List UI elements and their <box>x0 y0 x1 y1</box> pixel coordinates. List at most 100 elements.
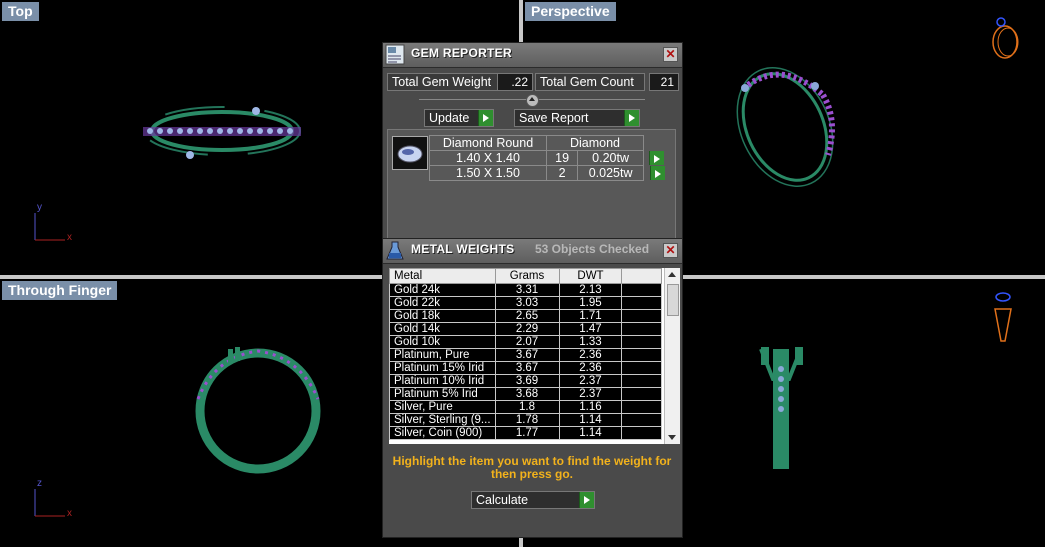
chevron-up-icon <box>529 97 535 101</box>
metal-cell: Silver, Coin (900) <box>389 426 496 440</box>
table-row[interactable]: Platinum, Pure 3.67 2.36 <box>389 348 662 362</box>
dwt-cell: 2.37 <box>558 374 623 388</box>
axis-label-z: z <box>37 478 42 489</box>
blank-column-header <box>621 268 662 284</box>
metal-cell: Platinum 15% Irid <box>389 361 496 375</box>
metal-cell: Platinum 5% Irid <box>389 387 496 401</box>
grams-cell: 2.07 <box>494 335 560 349</box>
grams-cell: 1.77 <box>494 426 560 440</box>
table-row[interactable]: Silver, Pure 1.8 1.16 <box>389 400 662 414</box>
table-row[interactable]: Gold 22k 3.03 1.95 <box>389 296 662 310</box>
grams-cell: 3.03 <box>494 296 560 310</box>
total-gem-count-label: Total Gem Count <box>535 73 645 91</box>
gem-row[interactable]: 1.40 X 1.40 19 0.20tw <box>429 150 665 166</box>
calculate-button[interactable]: Calculate <box>471 491 595 509</box>
dwt-column-header[interactable]: DWT <box>558 268 623 284</box>
grams-cell: 3.68 <box>494 387 560 401</box>
axis-label-y: y <box>37 202 42 213</box>
diamond-round-icon <box>392 136 428 170</box>
dwt-cell: 2.36 <box>558 361 623 375</box>
viewport-label-top[interactable]: Top <box>2 2 39 21</box>
metal-weights-close-button[interactable]: ✕ <box>663 243 678 258</box>
gem-row[interactable]: 1.50 X 1.50 2 0.025tw <box>429 165 665 181</box>
scroll-thumb[interactable] <box>667 284 679 316</box>
gem-material-header: Diamond <box>546 135 644 151</box>
diamond-shape <box>397 145 423 163</box>
table-row[interactable]: Platinum 10% Irid 3.69 2.37 <box>389 374 662 388</box>
grams-cell: 1.78 <box>494 413 560 427</box>
scroll-up-icon[interactable] <box>668 272 676 277</box>
grams-cell: 2.65 <box>494 309 560 323</box>
blank-cell <box>621 322 662 336</box>
table-row[interactable]: Gold 14k 2.29 1.47 <box>389 322 662 336</box>
collapse-toggle[interactable] <box>526 94 539 107</box>
metal-weights-list[interactable]: Metal Grams DWT Gold 24k 3.31 2.13 Gold 22k… <box>389 268 680 444</box>
dwt-cell: 1.95 <box>558 296 623 310</box>
objects-checked-status: 53 Objects Checked <box>535 242 650 256</box>
metal-column-header[interactable]: Metal <box>389 268 496 284</box>
grams-column-header[interactable]: Grams <box>494 268 560 284</box>
update-button[interactable]: Update <box>424 109 494 127</box>
table-row[interactable]: Platinum 15% Irid 3.67 2.36 <box>389 361 662 375</box>
table-row[interactable]: Platinum 5% Irid 3.68 2.37 <box>389 387 662 401</box>
save-report-button-label: Save Report <box>519 111 589 125</box>
table-row[interactable]: Silver, Coin (900) 1.77 1.14 <box>389 426 662 440</box>
dwt-cell: 1.33 <box>558 335 623 349</box>
blank-cell <box>621 361 662 375</box>
metal-cell: Gold 14k <box>389 322 496 336</box>
scroll-down-icon[interactable] <box>668 435 676 440</box>
dwt-cell: 1.14 <box>558 426 623 440</box>
gem-reporter-panel: GEM REPORTER ✕ Total Gem Weight .22 Tota… <box>382 42 683 244</box>
flask-icon <box>386 241 404 260</box>
gumball-ring-icon <box>992 17 1019 59</box>
metal-cell: Silver, Pure <box>389 400 496 414</box>
viewport-label-through-finger[interactable]: Through Finger <box>2 281 118 300</box>
gem-reporter-title: GEM REPORTER <box>411 46 512 60</box>
viewport-label-perspective[interactable]: Perspective <box>525 2 616 21</box>
table-row[interactable]: Silver, Sterling (9... 1.78 1.14 <box>389 413 662 427</box>
grams-cell: 3.67 <box>494 348 560 362</box>
dwt-cell: 1.47 <box>558 322 623 336</box>
grams-cell: 3.69 <box>494 374 560 388</box>
gem-count: 2 <box>545 165 579 181</box>
update-button-label: Update <box>429 111 470 125</box>
metal-list-scrollbar[interactable] <box>664 268 680 444</box>
axis-label-x: x <box>67 232 72 243</box>
play-icon <box>579 492 594 508</box>
dwt-cell: 1.14 <box>558 413 623 427</box>
table-row[interactable]: Gold 10k 2.07 1.33 <box>389 335 662 349</box>
gumball-finger-icon <box>994 292 1012 342</box>
metal-cell: Platinum 10% Irid <box>389 374 496 388</box>
gem-tw: 0.025tw <box>577 165 644 181</box>
blank-cell <box>621 335 662 349</box>
metal-weights-titlebar[interactable]: METAL WEIGHTS 53 Objects Checked ✕ <box>383 239 682 264</box>
table-row[interactable]: Gold 24k 3.31 2.13 <box>389 283 662 297</box>
metal-cell: Gold 22k <box>389 296 496 310</box>
report-icon <box>385 44 405 65</box>
gem-size: 1.50 X 1.50 <box>429 165 547 181</box>
gem-shape-header: Diamond Round <box>429 135 547 151</box>
gem-reporter-titlebar[interactable]: GEM REPORTER ✕ <box>383 43 682 68</box>
grams-cell: 2.29 <box>494 322 560 336</box>
blank-cell <box>621 426 662 440</box>
dwt-cell: 2.36 <box>558 348 623 362</box>
gem-size: 1.40 X 1.40 <box>429 150 547 166</box>
play-icon <box>624 110 639 126</box>
metal-cell: Platinum, Pure <box>389 348 496 362</box>
save-report-button[interactable]: Save Report <box>514 109 640 127</box>
play-icon[interactable] <box>649 165 665 180</box>
gem-reporter-close-button[interactable]: ✕ <box>663 47 678 62</box>
metal-table-header: Metal Grams DWT <box>389 268 662 284</box>
metal-table: Metal Grams DWT Gold 24k 3.31 2.13 Gold 22k… <box>389 268 662 440</box>
metal-cell: Gold 24k <box>389 283 496 297</box>
dwt-cell: 2.37 <box>558 387 623 401</box>
hint-line-2: then press go. <box>490 467 573 481</box>
metal-cell: Gold 10k <box>389 335 496 349</box>
blank-cell <box>621 374 662 388</box>
dwt-cell: 1.71 <box>558 309 623 323</box>
play-icon[interactable] <box>649 150 664 165</box>
blank-cell <box>621 413 662 427</box>
dwt-cell: 1.16 <box>558 400 623 414</box>
metal-weights-panel: METAL WEIGHTS 53 Objects Checked ✕ Metal… <box>382 238 683 538</box>
table-row[interactable]: Gold 18k 2.65 1.71 <box>389 309 662 323</box>
